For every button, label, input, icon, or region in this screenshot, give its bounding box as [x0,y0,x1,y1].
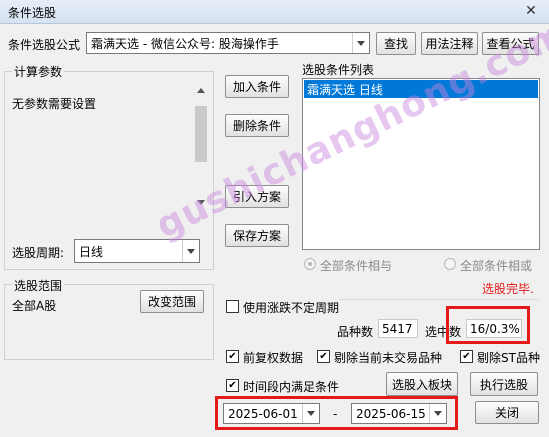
fq-label: 前复权数据 [243,351,304,365]
change-range-button[interactable]: 改变范围 [140,290,204,313]
date-highlight-box [215,396,458,430]
period-label: 选股周期: [12,246,65,260]
delete-condition-button[interactable]: 删除条件 [225,114,289,137]
use-limit-checkbox[interactable] [226,300,239,313]
status-text: 选股完毕. [482,282,534,296]
exclude-st-label: 剔除ST品种 [477,351,540,365]
scroll-thumb[interactable] [195,106,207,162]
formula-select-value: 霜满天选 - 微信公众号: 股海操作手 [91,36,279,51]
time-condition-checkbox[interactable]: ✔ [226,379,239,392]
params-scrollbar[interactable] [193,80,209,213]
formula-select[interactable]: 霜满天选 - 微信公众号: 股海操作手 [86,32,370,54]
scroll-down-icon[interactable] [197,200,205,205]
condition-list-item[interactable]: 霜满天选 日线 [304,80,538,98]
scroll-up-icon[interactable] [197,88,205,93]
condition-list[interactable]: 霜满天选 日线 [302,78,540,250]
chevron-down-icon[interactable] [182,240,199,262]
close-icon[interactable]: ✕ [521,2,541,20]
fq-checkbox[interactable]: ✔ [226,350,239,363]
calc-params-label: 计算参数 [12,63,65,80]
usage-button[interactable]: 用法注释 [421,32,478,55]
use-limit-label: 使用涨跌不定周期 [243,301,340,315]
range-label: 选股范围 [12,277,65,294]
count-label: 品种数 [337,325,374,339]
condition-list-label: 选股条件列表 [302,63,375,77]
logic-or-radio[interactable] [444,258,456,270]
range-value: 全部A股 [12,299,57,313]
count-value: 5417 [378,319,418,338]
run-button[interactable]: 执行选股 [470,372,538,396]
title-bar [0,0,549,24]
period-select-value: 日线 [79,244,104,259]
logic-and-label: 全部条件相与 [320,259,393,273]
params-text: 无参数需要设置 [12,97,97,111]
chevron-down-icon[interactable] [352,33,369,53]
add-condition-button[interactable]: 加入条件 [225,75,289,98]
exclude-untraded-label: 剔除当前未交易品种 [334,351,443,365]
exclude-untraded-checkbox[interactable]: ✔ [317,350,330,363]
exclude-st-checkbox[interactable]: ✔ [460,350,473,363]
window-title: 条件选股 [8,6,57,20]
save-plan-button[interactable]: 保存方案 [225,224,289,247]
find-button[interactable]: 查找 [376,32,416,55]
import-plan-button[interactable]: 引入方案 [225,185,289,208]
logic-or-label: 全部条件相或 [460,259,533,273]
close-button[interactable]: 关闭 [475,401,539,424]
logic-and-radio[interactable] [304,258,316,270]
view-formula-button[interactable]: 查看公式 [482,32,539,55]
highlight-box [446,306,530,344]
time-condition-label: 时间段内满足条件 [243,380,340,394]
to-block-button[interactable]: 选股入板块 [386,372,458,396]
period-select[interactable]: 日线 [74,239,200,263]
formula-label: 条件选股公式 [8,38,81,52]
